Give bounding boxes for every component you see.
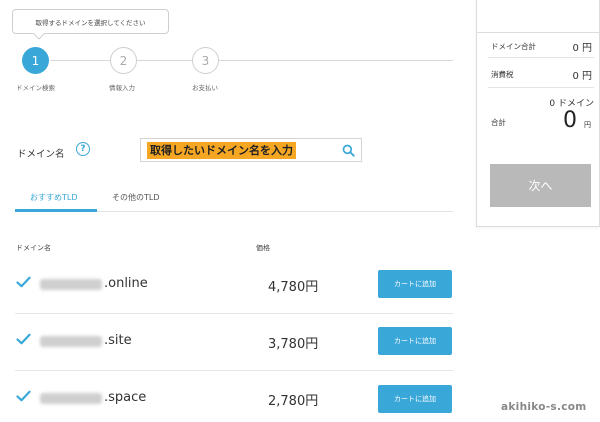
column-header-domain: ドメイン名	[16, 244, 51, 252]
column-header-price: 価格	[256, 244, 270, 252]
price-value: 3,780円	[268, 337, 319, 352]
step-1-label: ドメイン検索	[16, 84, 55, 92]
blurred-domain-name	[40, 393, 102, 404]
add-to-cart-button[interactable]: カートに追加	[378, 270, 452, 298]
domain-name-label: ドメイン名	[17, 149, 65, 160]
price-value: 2,780円	[268, 394, 319, 409]
tax-label: 消費税	[491, 70, 514, 79]
check-icon	[16, 390, 31, 402]
search-icon[interactable]	[342, 144, 355, 157]
add-to-cart-button[interactable]: カートに追加	[378, 327, 452, 355]
tld-label: .site	[104, 333, 132, 348]
check-icon	[16, 276, 31, 288]
step-2-label: 情報入力	[109, 84, 135, 92]
row-divider	[15, 370, 453, 371]
add-to-cart-button[interactable]: カートに追加	[378, 385, 452, 413]
next-button[interactable]: 次へ	[490, 164, 591, 207]
tooltip-arrow	[33, 28, 45, 40]
active-tab-underline	[15, 209, 97, 212]
watermark-text: akihiko-s.com	[501, 401, 587, 413]
check-icon	[16, 333, 31, 345]
summary-divider	[488, 87, 594, 88]
blurred-domain-name	[40, 279, 102, 290]
domain-total-value: 0 円	[572, 43, 592, 54]
price-value: 4,780円	[268, 280, 319, 295]
instruction-tooltip: 取得するドメインを選択してください	[12, 9, 169, 40]
step-1-circle: 1	[22, 47, 49, 74]
tab-recommended-tld[interactable]: おすすめTLD	[15, 192, 97, 203]
tld-label: .online	[104, 276, 148, 291]
tld-label: .space	[104, 390, 147, 405]
step-3-label: お支払い	[192, 84, 218, 92]
domain-search-input[interactable]: 取得したいドメイン名を入力	[140, 138, 362, 162]
domain-total-label: ドメイン合計	[491, 42, 536, 51]
domain-search-page: 取得するドメインを選択してください 1 2 3 ドメイン検索 情報入力 お支払い…	[0, 0, 600, 422]
blurred-domain-name	[40, 336, 102, 347]
tax-value: 0 円	[572, 71, 592, 82]
tab-other-tld[interactable]: その他のTLD	[112, 192, 160, 203]
help-icon[interactable]: ?	[76, 142, 90, 156]
search-placeholder: 取得したいドメイン名を入力	[147, 142, 296, 159]
panel-top-divider	[476, 32, 600, 33]
total-value: 0	[563, 108, 577, 133]
total-label: 合計	[491, 118, 506, 127]
step-2-circle: 2	[110, 47, 137, 74]
total-unit: 円	[584, 121, 591, 129]
tooltip-text: 取得するドメインを選択してください	[35, 18, 146, 27]
row-divider	[15, 313, 453, 314]
summary-divider	[488, 57, 594, 58]
step-3-circle: 3	[192, 47, 219, 74]
